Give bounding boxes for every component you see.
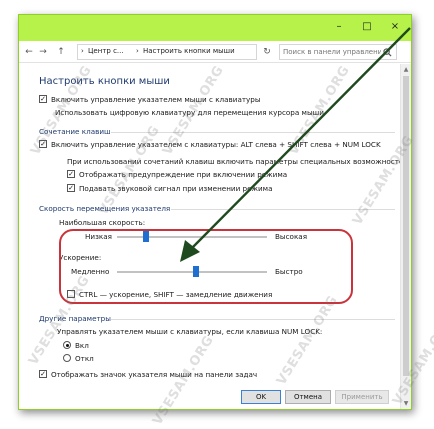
apply-button[interactable]: Применить: [335, 390, 389, 404]
breadcrumb-item-center[interactable]: Центр с...: [88, 47, 124, 55]
shortcut-enable-label: Включить управление указателем с клавиат…: [51, 140, 381, 149]
minimize-button[interactable]: –: [325, 18, 353, 36]
breadcrumb[interactable]: › Центр с... › Настроить кнопки мыши: [77, 44, 257, 60]
top-speed-label: Наибольшая скорость:: [59, 218, 146, 227]
forward-arrow-icon[interactable]: →: [37, 45, 49, 59]
group-divider: [111, 319, 395, 320]
ctrl-shift-checkbox[interactable]: [67, 290, 75, 298]
enable-mousekeys-label: Включить управление указателем мыши с кл…: [51, 95, 261, 104]
breadcrumb-separator: ›: [136, 47, 139, 55]
back-arrow-icon[interactable]: ←: [23, 45, 35, 59]
cancel-button[interactable]: Отмена: [285, 390, 331, 404]
play-sound-checkbox[interactable]: ✓: [67, 184, 75, 192]
shortcut-hint-text: При использовании сочетаний клавиш включ…: [67, 157, 411, 166]
group-divider: [171, 209, 395, 210]
show-taskbar-icon-label: Отображать значок указателя мыши на пане…: [51, 370, 258, 379]
address-bar: ← → ↑ › Центр с... › Настроить кнопки мы…: [19, 41, 411, 63]
breadcrumb-item-mouse-keys[interactable]: Настроить кнопки мыши: [143, 47, 235, 55]
breadcrumb-separator: ›: [81, 47, 84, 55]
numlock-on-radio[interactable]: [63, 341, 71, 349]
show-warning-label: Отображать предупреждение при включении …: [79, 170, 288, 179]
numlock-off-label: Откл: [75, 354, 94, 363]
group-divider: [111, 132, 395, 133]
other-group-title: Другие параметры: [39, 314, 111, 323]
show-warning-checkbox[interactable]: ✓: [67, 170, 75, 178]
numpad-hint-text: Использовать цифровую клавиатуру для пер…: [55, 108, 327, 117]
enable-mousekeys-checkbox[interactable]: ✓: [39, 95, 47, 103]
maximize-button[interactable]: □: [353, 18, 381, 36]
search-box[interactable]: [279, 44, 397, 60]
scroll-down-icon[interactable]: ▼: [401, 399, 411, 409]
numlock-off-radio[interactable]: [63, 354, 71, 362]
play-sound-label: Подавать звуковой сигнал при изменении р…: [79, 184, 273, 193]
scroll-up-icon[interactable]: ▲: [401, 65, 411, 75]
page-title: Настроить кнопки мыши: [39, 76, 170, 87]
refresh-icon[interactable]: ↻: [261, 45, 273, 59]
search-icon[interactable]: [383, 48, 392, 57]
ok-button[interactable]: OK: [241, 390, 281, 404]
scrollbar-thumb[interactable]: [403, 76, 409, 376]
up-arrow-icon[interactable]: ↑: [55, 45, 67, 59]
title-bar[interactable]: – □ ×: [19, 15, 411, 41]
search-input[interactable]: [283, 46, 381, 58]
ctrl-shift-label: CTRL — ускорение, SHIFT — замедление дви…: [79, 290, 273, 299]
vertical-scrollbar[interactable]: ▲ ▼: [400, 64, 411, 409]
show-taskbar-icon-checkbox[interactable]: ✓: [39, 370, 47, 378]
settings-content: Настроить кнопки мыши ✓ Включить управле…: [19, 64, 410, 409]
numlock-on-label: Вкл: [75, 341, 89, 350]
screenshot-frame: – □ × ← → ↑ › Центр с... › Настроить кно…: [0, 0, 434, 429]
shortcut-group-title: Сочетание клавиш: [39, 127, 111, 136]
control-panel-window: – □ × ← → ↑ › Центр с... › Настроить кно…: [18, 14, 412, 410]
shortcut-enable-checkbox[interactable]: ✓: [39, 140, 47, 148]
speed-group-title: Скорость перемещения указателя: [39, 204, 171, 213]
numlock-hint-text: Управлять указателем мыши с клавиатуры, …: [57, 327, 323, 336]
close-button[interactable]: ×: [381, 18, 409, 36]
